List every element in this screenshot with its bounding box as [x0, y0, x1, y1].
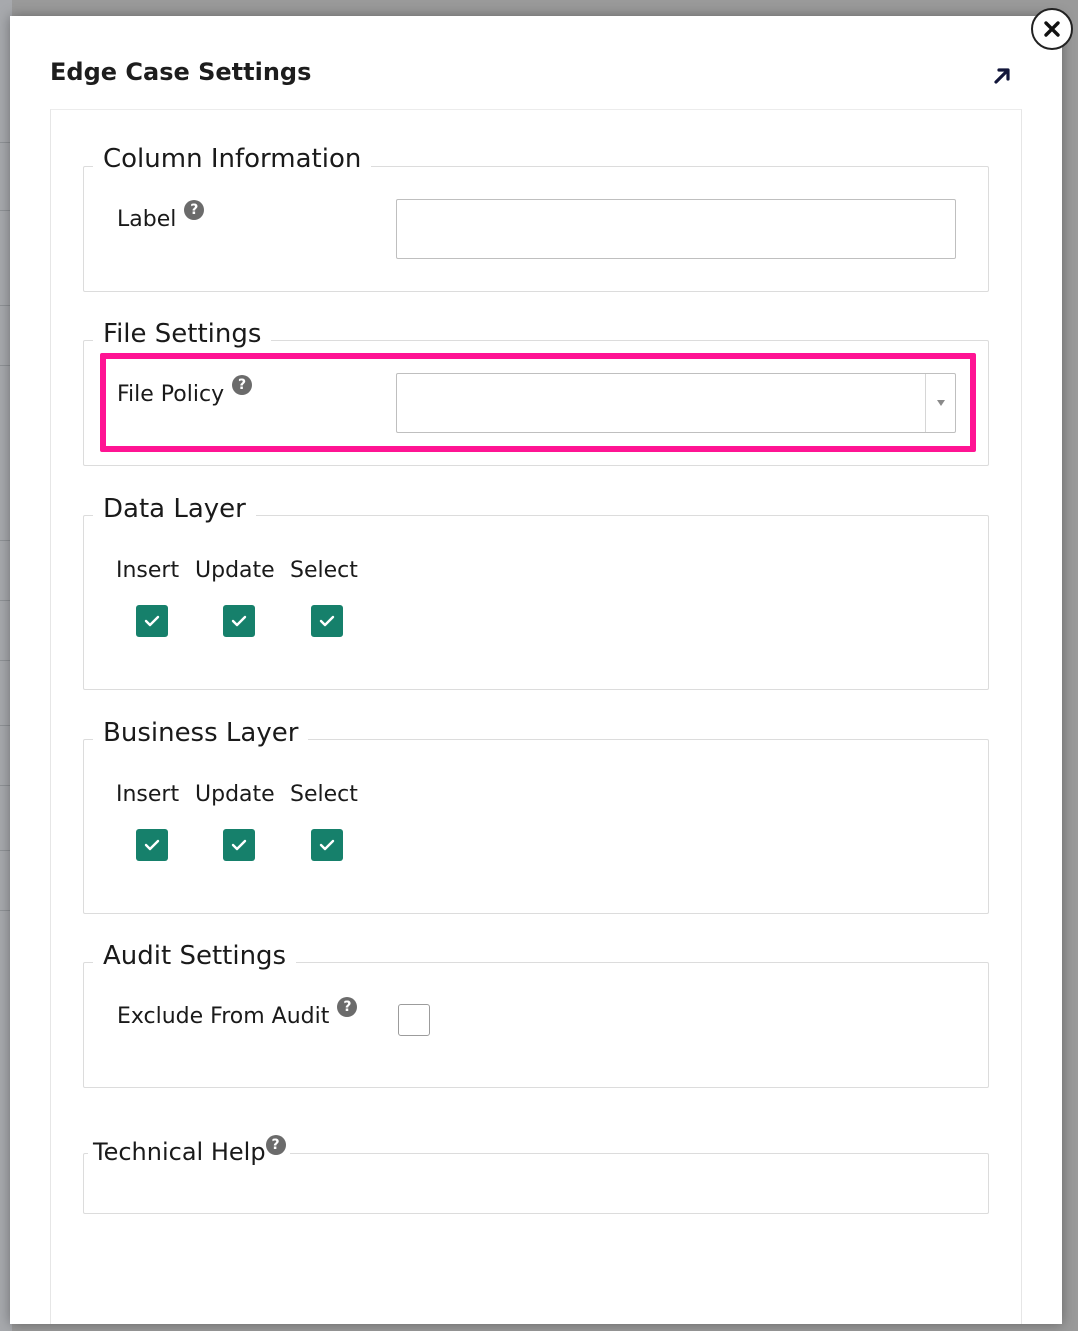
question-circle-icon[interactable]: ?	[232, 375, 253, 395]
business-layer-update-checkbox[interactable]	[223, 829, 255, 861]
business-layer-select-header: Select	[290, 782, 358, 807]
close-icon	[1044, 21, 1060, 37]
file-policy-dropdown-toggle[interactable]	[925, 374, 955, 432]
business-layer-select-checkbox[interactable]	[311, 829, 343, 861]
checkmark-icon	[144, 839, 160, 851]
data-layer-insert-header: Insert	[116, 558, 180, 583]
business-layer-insert-header: Insert	[116, 782, 180, 807]
business-layer-insert-checkbox[interactable]	[136, 829, 168, 861]
file-policy-label: File Policy ?	[117, 375, 253, 409]
audit-settings-legend: Audit Settings	[93, 939, 297, 973]
checkmark-icon	[231, 839, 247, 851]
label-field-text: Label	[117, 207, 177, 232]
column-information-legend: Column Information	[93, 142, 372, 176]
checkmark-icon	[319, 839, 335, 851]
file-policy-select[interactable]	[396, 373, 956, 433]
checkmark-icon	[144, 615, 160, 627]
data-layer-update-checkbox[interactable]	[223, 605, 255, 637]
arrow-up-right-icon	[994, 68, 1010, 84]
data-layer-select-header: Select	[290, 558, 358, 583]
edge-case-settings-modal: Edge Case Settings Column Information La…	[10, 16, 1062, 1324]
data-layer-update-header: Update	[195, 558, 275, 583]
exclude-from-audit-label: Exclude From Audit ?	[117, 997, 358, 1031]
label-input[interactable]	[396, 199, 956, 259]
label-field-label: Label ?	[117, 200, 205, 234]
question-circle-icon[interactable]: ?	[265, 1135, 286, 1155]
question-circle-icon[interactable]: ?	[337, 997, 358, 1017]
file-policy-text: File Policy	[117, 382, 225, 407]
data-layer-fieldset	[83, 515, 989, 690]
checkmark-icon	[319, 615, 335, 627]
checkmark-icon	[231, 615, 247, 627]
close-button[interactable]	[1031, 8, 1073, 50]
exclude-from-audit-text: Exclude From Audit	[117, 1004, 330, 1029]
exclude-from-audit-checkbox[interactable]	[398, 1004, 430, 1036]
technical-help-text: Technical Help	[93, 1138, 266, 1166]
file-settings-legend: File Settings	[93, 317, 272, 351]
modal-title: Edge Case Settings	[50, 58, 312, 86]
question-circle-icon[interactable]: ?	[184, 200, 205, 220]
business-layer-legend: Business Layer	[93, 716, 309, 750]
data-layer-legend: Data Layer	[93, 492, 256, 526]
business-layer-fieldset	[83, 739, 989, 914]
data-layer-insert-checkbox[interactable]	[136, 605, 168, 637]
business-layer-update-header: Update	[195, 782, 275, 807]
caret-down-icon	[936, 400, 945, 406]
data-layer-select-checkbox[interactable]	[311, 605, 343, 637]
expand-button[interactable]	[988, 62, 1016, 90]
technical-help-legend: Technical Help ?	[88, 1135, 290, 1169]
